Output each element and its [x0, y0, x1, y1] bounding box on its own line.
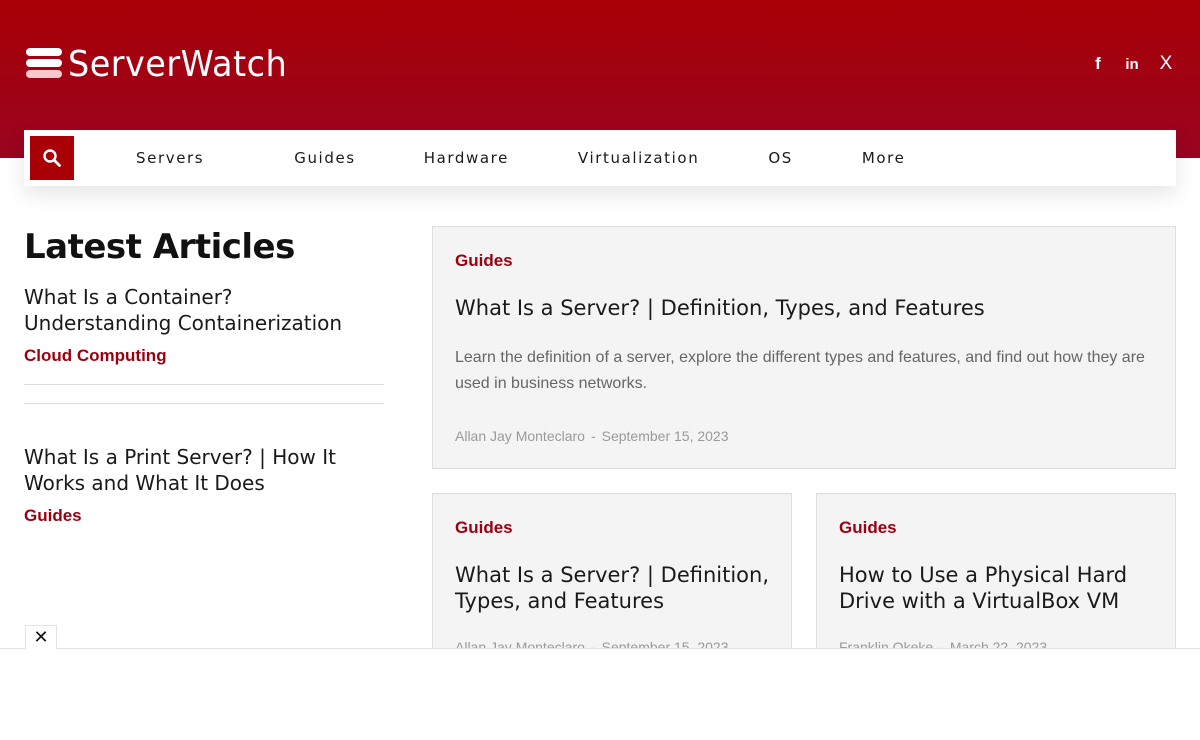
server-stack-icon: [26, 48, 62, 80]
nav-item-virtualization[interactable]: Virtualization: [578, 149, 699, 167]
latest-articles-sidebar: Latest Articles What Is a Container? Und…: [24, 226, 384, 526]
x-icon[interactable]: X: [1156, 52, 1176, 76]
article-title[interactable]: What Is a Server? | Definition, Types, a…: [455, 562, 775, 614]
divider: [24, 384, 384, 385]
nav-item-guides[interactable]: Guides: [294, 149, 355, 167]
main-nav: Servers Guides Hardware Virtualization O…: [24, 130, 1176, 186]
divider: [24, 403, 384, 404]
nav-item-more[interactable]: More: [862, 149, 906, 167]
publish-date: September 15, 2023: [601, 428, 729, 444]
featured-article-title[interactable]: What Is a Server? | Definition, Types, a…: [455, 295, 1155, 321]
featured-article-card[interactable]: Guides What Is a Server? | Definition, T…: [432, 226, 1176, 469]
sidebar-article-title[interactable]: What Is a Print Server? | How It Works a…: [24, 444, 384, 496]
nav-item-hardware[interactable]: Hardware: [424, 149, 509, 167]
sidebar-article-category[interactable]: Cloud Computing: [24, 346, 384, 366]
social-links: f in X: [1088, 52, 1176, 76]
search-button[interactable]: [30, 136, 74, 180]
linkedin-icon[interactable]: in: [1122, 52, 1142, 76]
ad-banner: [0, 648, 1200, 740]
site-logo-text: ServerWatch: [68, 43, 288, 85]
article-title[interactable]: How to Use a Physical Hard Drive with a …: [839, 562, 1159, 614]
close-ad-button[interactable]: ✕: [25, 625, 57, 649]
featured-article-description: Learn the definition of a server, explor…: [455, 349, 1145, 392]
featured-article-category[interactable]: Guides: [455, 251, 513, 271]
list-item: What Is a Print Server? | How It Works a…: [24, 444, 384, 526]
search-icon: [43, 149, 61, 167]
site-logo[interactable]: ServerWatch: [26, 43, 304, 85]
sidebar-article-category[interactable]: Guides: [24, 506, 384, 526]
author-name[interactable]: Allan Jay Monteclaro: [455, 428, 585, 444]
featured-article-meta: Allan Jay Monteclaro - September 15, 2023: [455, 428, 729, 444]
nav-item-servers[interactable]: Servers: [136, 149, 204, 167]
nav-item-os[interactable]: OS: [768, 149, 793, 167]
latest-articles-heading: Latest Articles: [24, 227, 295, 267]
sidebar-article-title[interactable]: What Is a Container? Understanding Conta…: [24, 284, 384, 336]
article-category[interactable]: Guides: [839, 518, 897, 538]
close-icon: ✕: [33, 627, 49, 647]
article-category[interactable]: Guides: [455, 518, 513, 538]
facebook-icon[interactable]: f: [1088, 52, 1108, 76]
list-item: What Is a Container? Understanding Conta…: [24, 284, 384, 366]
